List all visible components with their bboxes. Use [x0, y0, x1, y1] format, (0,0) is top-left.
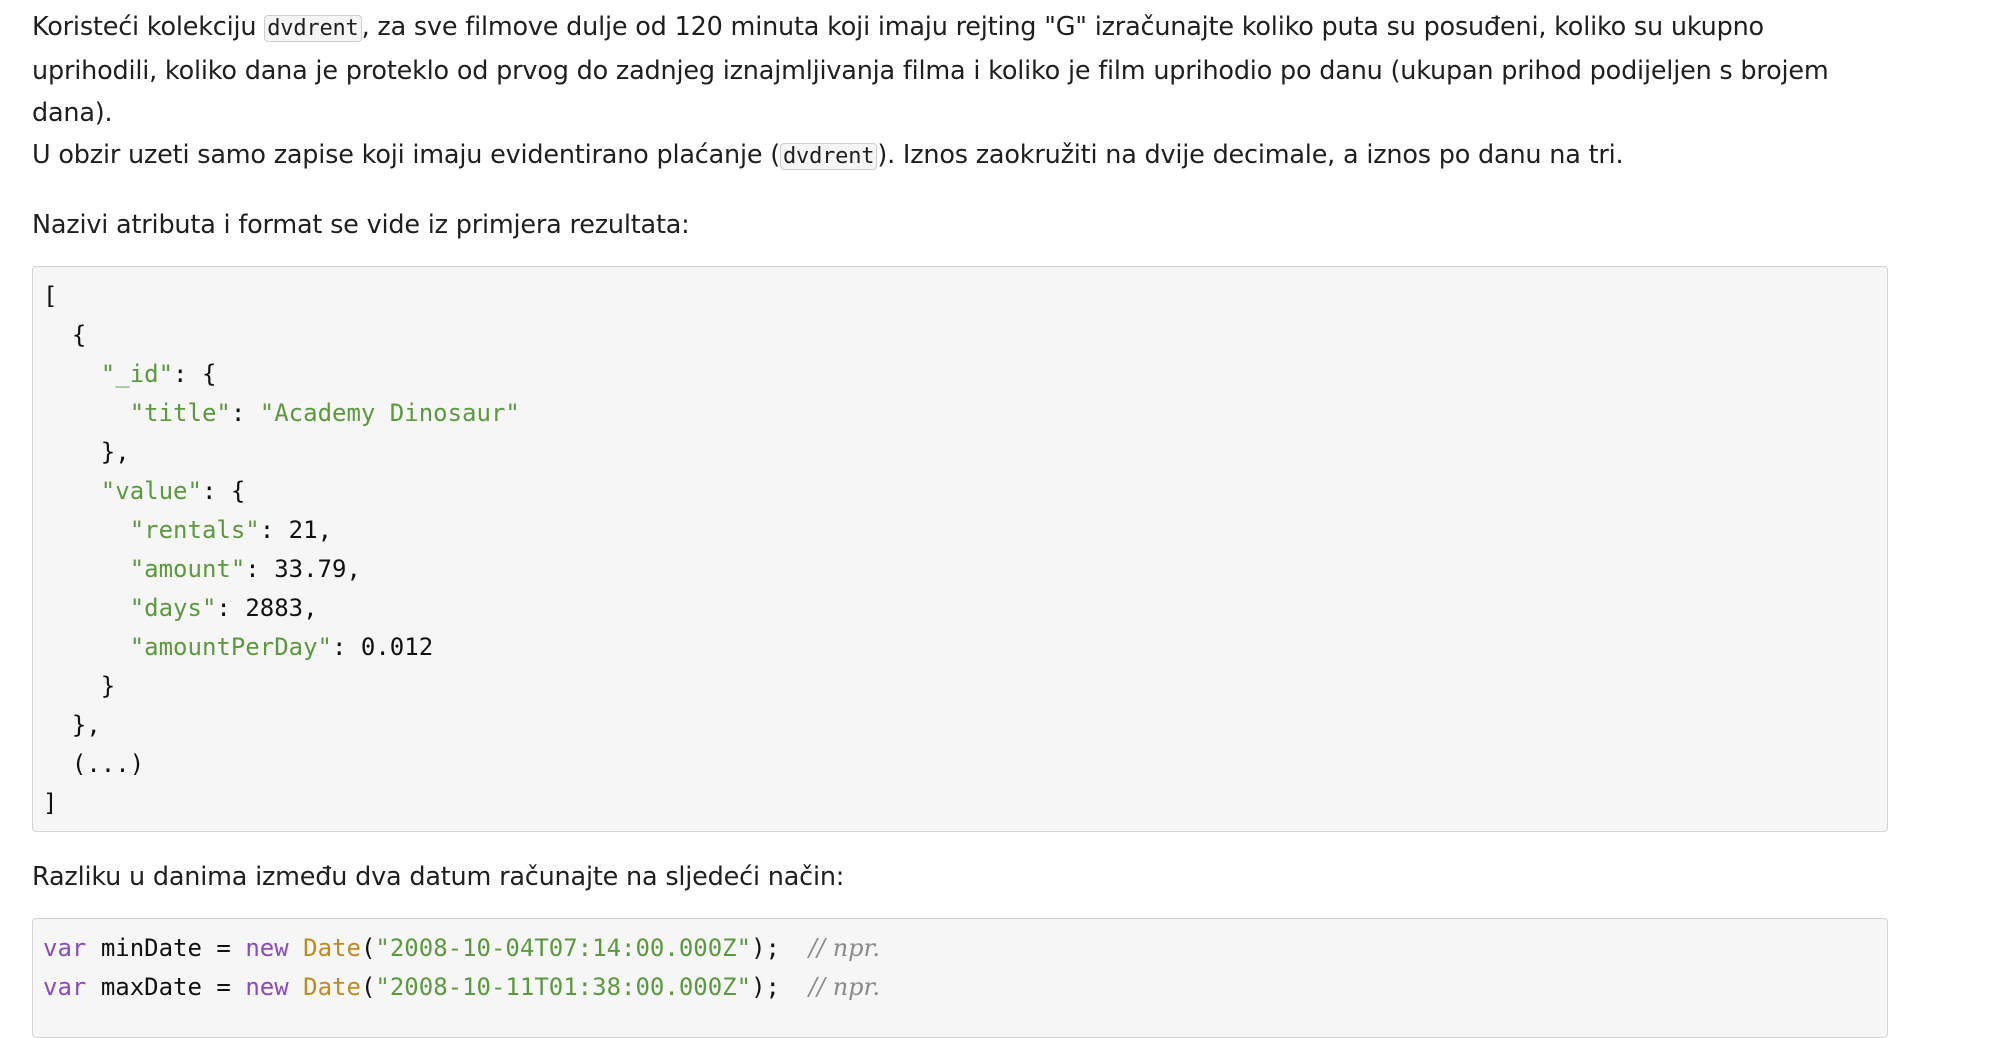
task-description: Koristeći kolekciju dvdrent, za sve film…: [32, 6, 1892, 134]
json-number-value: 0.012: [360, 633, 434, 661]
variable-name: minDate: [100, 934, 202, 962]
json-key: "rentals": [129, 516, 260, 544]
keyword: var: [43, 934, 87, 962]
code-comment: // npr.: [808, 934, 880, 962]
code-line: "amount": 33.79,: [129, 555, 361, 583]
code-line: var maxDate = new Date("2008-10-11T01:38…: [43, 973, 880, 1001]
json-number-value: 21: [288, 516, 318, 544]
json-key: "amount": [129, 555, 246, 583]
class-name: Date: [303, 973, 361, 1001]
code-line: },: [43, 438, 130, 466]
task-note-rest: ). Iznos zaokružiti na dvije decimale, a…: [877, 140, 1624, 170]
task-note: U obzir uzeti samo zapise koji imaju evi…: [32, 134, 1892, 178]
json-number-value: 2883: [245, 594, 304, 622]
punctuation: );: [751, 934, 780, 962]
code-line: }: [43, 672, 116, 700]
code-line: (...): [43, 750, 145, 778]
collection-name-code: dvdrent: [264, 15, 362, 42]
operator: =: [201, 934, 246, 962]
assignment-content: Koristeći kolekciju dvdrent, za sve film…: [32, 6, 1892, 1038]
keyword: var: [43, 973, 87, 1001]
json-result-example: [ { "_id": { "title": "Academy Dinosaur"…: [32, 266, 1888, 832]
json-key: "amountPerDay": [129, 633, 332, 661]
code-line: "value": {: [100, 477, 246, 505]
task-note-start: U obzir uzeti samo zapise koji imaju evi…: [32, 140, 780, 170]
code-line: "days": 2883,: [129, 594, 318, 622]
operator: =: [201, 973, 246, 1001]
code-line: "amountPerDay": 0.012: [129, 633, 434, 661]
js-date-example: var minDate = new Date("2008-10-04T07:14…: [32, 918, 1888, 1038]
json-key: "title": [129, 399, 231, 427]
keyword: new: [245, 934, 289, 962]
variable-name: maxDate: [100, 973, 202, 1001]
task-text-start: Koristeći kolekciju: [32, 12, 265, 42]
code-line: },: [43, 711, 101, 739]
string-literal: "2008-10-04T07:14:00.000Z": [375, 934, 752, 962]
payment-collection-code: dvdrent: [780, 143, 878, 170]
class-name: Date: [303, 934, 361, 962]
json-string-value: "Academy Dinosaur": [259, 399, 520, 427]
code-line: ]: [43, 789, 58, 817]
code-line: "_id": {: [100, 360, 217, 388]
code-line: var minDate = new Date("2008-10-04T07:14…: [43, 934, 880, 962]
format-intro: Nazivi atributa i format se vide iz prim…: [32, 210, 690, 240]
json-key: "days": [129, 594, 217, 622]
punctuation: );: [751, 973, 780, 1001]
json-key: "_id": [100, 360, 174, 388]
code-line: "rentals": 21,: [129, 516, 333, 544]
json-key: "value": [100, 477, 202, 505]
code-line: [: [43, 282, 58, 310]
json-number-value: 33.79: [274, 555, 347, 583]
code-line: {: [43, 321, 87, 349]
code-comment: // npr.: [808, 973, 880, 1001]
code-line: "title": "Academy Dinosaur": [129, 399, 520, 427]
keyword: new: [245, 973, 289, 1001]
string-literal: "2008-10-11T01:38:00.000Z": [375, 973, 752, 1001]
date-diff-instruction: Razliku u danima između dva datum računa…: [32, 862, 845, 892]
